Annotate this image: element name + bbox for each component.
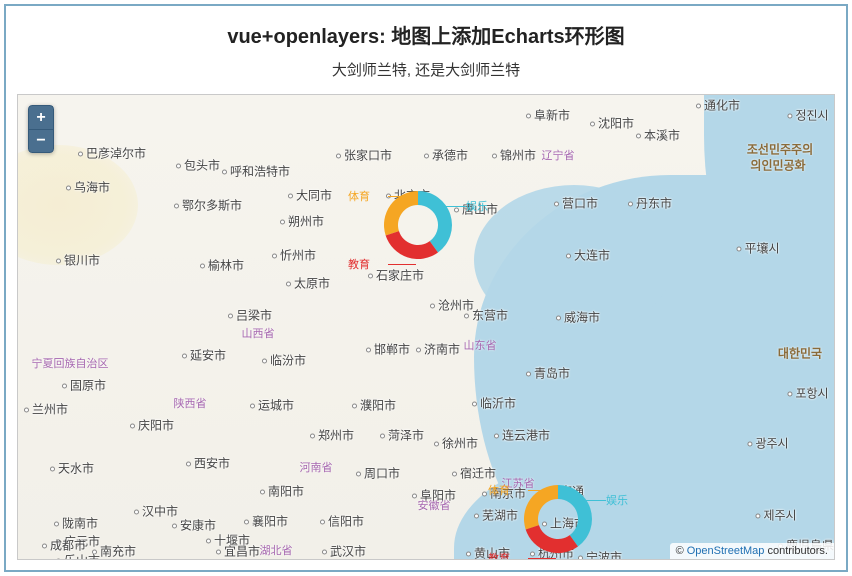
province-label: 山西省 (242, 325, 275, 341)
page-container: vue+openlayers: 地图上添加Echarts环形图 大剑师兰特, 还… (4, 4, 848, 572)
donut-slice (418, 191, 452, 253)
province-label: 宁夏回族自治区 (32, 355, 109, 371)
city-label: 제주시 (755, 507, 796, 524)
city-label: 平壤시 (736, 240, 779, 257)
city-label: 鄂尔多斯市 (174, 197, 242, 214)
city-label: 锦州市 (492, 147, 536, 164)
donut-label-yl: 娱乐 (606, 492, 628, 508)
city-label: 通化市 (696, 97, 740, 114)
zoom-control: + − (28, 105, 54, 153)
city-label: 朔州市 (280, 213, 324, 230)
donut-slice (384, 191, 418, 236)
city-label: 芜湖市 (474, 507, 518, 524)
city-label: 信阳市 (320, 513, 364, 530)
city-label: 乐山市 (56, 552, 100, 561)
osm-link[interactable]: OpenStreetMap (687, 545, 765, 557)
donut-svg (378, 185, 458, 265)
city-label: 张家口市 (336, 147, 392, 164)
city-label: 天水市 (50, 460, 94, 477)
city-label: 沈阳市 (590, 115, 634, 132)
city-label: 包头市 (176, 157, 220, 174)
city-label: 周口市 (356, 465, 400, 482)
donut-slice (558, 485, 592, 547)
city-label: 陇南市 (54, 515, 98, 532)
city-label: 营口市 (554, 195, 598, 212)
city-label: 丹东市 (628, 195, 672, 212)
city-label: 大同市 (288, 187, 332, 204)
city-label: 乌海市 (66, 179, 110, 196)
city-label: 大连市 (566, 247, 610, 264)
korea-label: 조선민주주의 (747, 141, 813, 158)
city-label: 阜新市 (526, 107, 570, 124)
province-label: 湖北省 (260, 542, 293, 558)
city-label: 承德市 (424, 147, 468, 164)
korea-label: 의인민공화 (750, 157, 805, 174)
city-label: 西安市 (186, 455, 230, 472)
donut-chart: 体育娱乐教育 (378, 185, 458, 265)
city-label: 太原市 (286, 275, 330, 292)
city-label: 徐州市 (434, 435, 478, 452)
province-label: 河南省 (300, 459, 333, 475)
city-label: 庆阳市 (130, 417, 174, 434)
city-label: 本溪市 (636, 127, 680, 144)
city-label: 吕梁市 (228, 307, 272, 324)
city-label: 固原市 (62, 377, 106, 394)
city-label: 运城市 (250, 397, 294, 414)
city-label: 威海市 (556, 309, 600, 326)
donut-label-ty: 体育 (348, 188, 370, 204)
city-label: 광주시 (747, 435, 788, 452)
province-label: 辽宁省 (542, 147, 575, 163)
city-label: 郑州市 (310, 427, 354, 444)
city-label: 连云港市 (494, 427, 550, 444)
city-label: 邯郸市 (366, 341, 410, 358)
donut-chart: 体育娱乐教育 (518, 479, 598, 559)
city-label: 东营市 (464, 307, 508, 324)
city-label: 石家庄市 (368, 267, 424, 284)
city-label: 榆林市 (200, 257, 244, 274)
city-label: 濮阳市 (352, 397, 396, 414)
zoom-out-button[interactable]: − (28, 129, 54, 153)
city-label: 延安市 (182, 347, 226, 364)
page-subtitle: 大剑师兰特, 还是大剑师兰特 (332, 59, 520, 80)
city-label: 临沂市 (472, 395, 516, 412)
donut-svg (518, 479, 598, 559)
city-label: 阜阳市 (412, 487, 456, 504)
city-label: 南阳市 (260, 483, 304, 500)
city-label: 菏泽市 (380, 427, 424, 444)
city-label: 临汾市 (262, 352, 306, 369)
city-label: 襄阳市 (244, 513, 288, 530)
korea-label: 대한민국 (778, 345, 822, 362)
donut-label-yl: 娱乐 (466, 198, 488, 214)
donut-label-ty: 体育 (488, 482, 510, 498)
city-label: 宿迁市 (452, 465, 496, 482)
city-label: 银川市 (56, 252, 100, 269)
city-label: 青岛市 (526, 365, 570, 382)
zoom-in-button[interactable]: + (28, 105, 54, 129)
city-label: 忻州市 (272, 247, 316, 264)
city-label: 巴彦淖尔市 (78, 145, 146, 162)
province-label: 陕西省 (174, 395, 207, 411)
city-label: 呼和浩特市 (222, 163, 290, 180)
city-label: 兰州市 (24, 401, 68, 418)
province-label: 山东省 (464, 337, 497, 353)
city-label: 정진시 (787, 107, 828, 124)
page-title: vue+openlayers: 地图上添加Echarts环形图 (227, 20, 624, 49)
map-canvas[interactable]: + − 宁夏回族自治区山西省陕西省河南省湖北省山东省辽宁省安徽省江苏省 조선민주… (17, 94, 835, 560)
donut-slice (524, 485, 558, 530)
desert-shape (17, 145, 138, 265)
city-label: 宜昌市 (216, 543, 260, 560)
donut-slice (386, 231, 438, 259)
city-label: 济南市 (416, 341, 460, 358)
donut-slice (526, 525, 578, 553)
donut-label-jy: 教育 (348, 256, 370, 272)
city-label: 武汉市 (322, 543, 366, 560)
donut-label-jy: 教育 (488, 550, 510, 560)
map-attribution: © OpenStreetMap contributors. (670, 543, 834, 559)
city-label: 포항시 (787, 385, 828, 402)
